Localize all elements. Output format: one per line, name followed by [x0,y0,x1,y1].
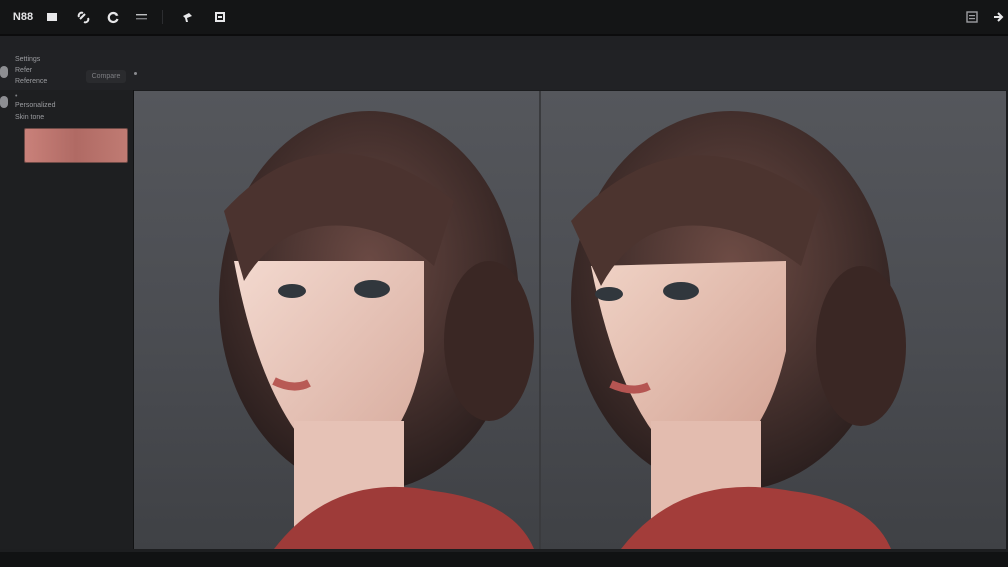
options-bar: Settings Refer Reference Compare [0,50,1008,90]
portrait-after-image [571,111,906,549]
skin-tone-label: Skin tone [15,114,45,121]
before-pane[interactable] [134,91,539,549]
reference-label: Reference [15,78,48,85]
panel-icon[interactable] [965,9,979,25]
refresh-icon[interactable] [106,9,120,25]
secondary-toolbar [0,36,1008,50]
portrait-before-image [219,111,534,549]
crop-icon[interactable] [213,9,227,25]
image-canvas[interactable] [134,91,1006,549]
after-pane[interactable] [541,91,1006,549]
compare-chip[interactable]: Compare [86,70,126,83]
bullet-label: • [15,93,18,100]
refer-label: Refer [15,67,33,74]
settings-label: Settings [15,56,41,63]
personalized-label: Personalized [15,102,56,109]
radio-button[interactable] [0,66,8,78]
toolbar-app-label[interactable]: N88 [12,9,34,25]
square-icon[interactable] [45,9,59,25]
pin-icon[interactable] [180,9,194,25]
toolbar-divider [162,10,163,24]
expand-icon[interactable] [992,9,1006,25]
sliders-icon[interactable] [134,9,148,25]
editor-window: N88 Settings Refer Reference Compare • P… [0,0,1008,567]
link-icon[interactable] [76,9,90,25]
dropdown-dot-icon[interactable] [134,72,137,75]
color-swatch[interactable] [24,128,128,163]
left-panel: • Personalized Skin tone [0,90,134,549]
radio-button-2[interactable] [0,96,8,108]
status-bar [0,549,1008,567]
top-toolbar: N88 [0,0,1008,36]
